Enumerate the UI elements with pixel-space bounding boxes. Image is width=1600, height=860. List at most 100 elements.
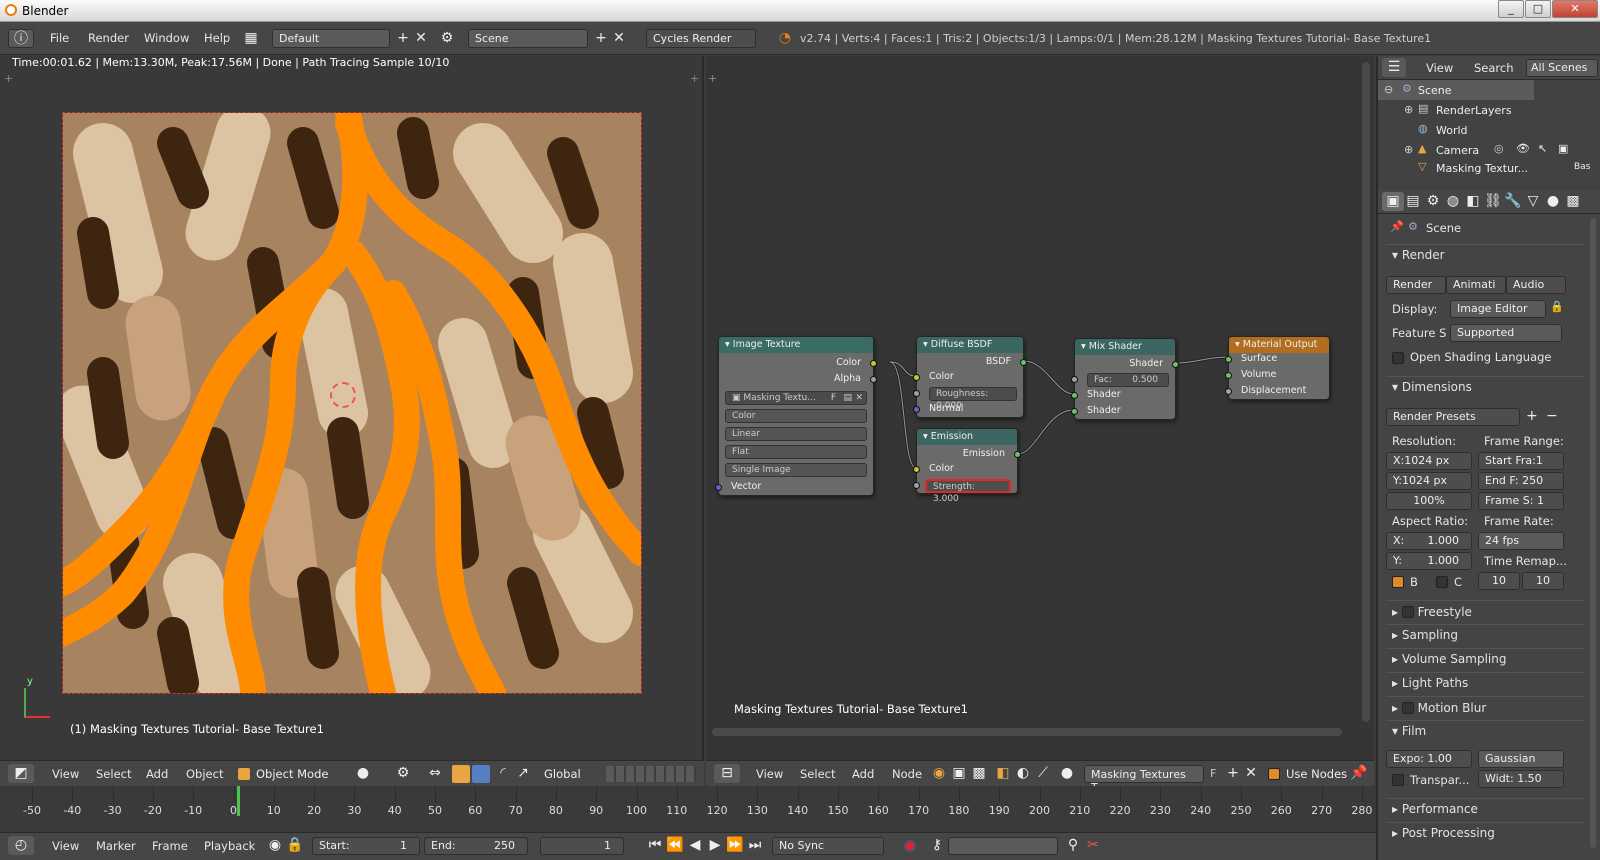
info-editor-type-icon[interactable]: ⓘ bbox=[8, 29, 34, 48]
shader-nodes-icon[interactable]: ◉ bbox=[928, 764, 950, 783]
remove-scene-icon[interactable]: ✕ bbox=[608, 29, 630, 48]
keying-set-icon[interactable]: ⚷ bbox=[926, 836, 948, 855]
delete-keyframe-icon[interactable]: ✂ bbox=[1082, 836, 1104, 855]
select-arrow-icon[interactable]: ↖ bbox=[1538, 142, 1547, 155]
renderlayers-tab-icon[interactable]: ▤ bbox=[1402, 192, 1424, 211]
properties-scrollbar[interactable] bbox=[1590, 218, 1596, 848]
in-shader2-socket[interactable] bbox=[1071, 408, 1078, 415]
orientation-select[interactable]: Global bbox=[544, 767, 581, 781]
menu-view[interactable]: View bbox=[756, 767, 783, 781]
animation-button[interactable]: Animati bbox=[1446, 276, 1506, 294]
manipulator-icon[interactable]: ⇔ bbox=[424, 764, 446, 783]
crop-checkbox[interactable] bbox=[1436, 576, 1448, 588]
start-frame-field[interactable]: Start Fra:1 bbox=[1478, 452, 1564, 470]
menu-marker[interactable]: Marker bbox=[96, 839, 136, 853]
visibility-eye-icon[interactable]: 👁 bbox=[1516, 142, 1530, 155]
in-surface-socket[interactable] bbox=[1225, 356, 1232, 363]
timeline-ruler[interactable]: -50 -40 -30 -20 -10 0 10 20 30 40 50 60 70 80 90 100 110… bbox=[0, 786, 1376, 832]
post-processing-panel-header[interactable]: ▸ Post Processing bbox=[1386, 822, 1584, 844]
collapse-icon[interactable]: ⊖ bbox=[1384, 83, 1393, 96]
scene-icon[interactable]: ⚙ bbox=[436, 29, 458, 48]
outliner-row-world[interactable]: ◍ World bbox=[1378, 120, 1600, 140]
menu-help[interactable]: Help bbox=[204, 31, 230, 45]
scene-field[interactable]: Scene bbox=[468, 29, 588, 48]
outliner-row-plane[interactable]: ▽ Masking Textur... Bas bbox=[1378, 160, 1600, 174]
out-bsdf-socket[interactable] bbox=[1020, 359, 1027, 366]
emission-node[interactable]: ▾ Emission Emission Color Strength: 3.00… bbox=[913, 428, 1021, 504]
freestyle-panel-header[interactable]: ▸ Freestyle bbox=[1386, 600, 1584, 622]
data-tab-icon[interactable]: ▽ bbox=[1522, 192, 1544, 211]
next-keyframe-icon[interactable]: ⏩ bbox=[724, 836, 746, 855]
editor-type-icon[interactable]: ◴ bbox=[8, 836, 34, 855]
resolution-x-field[interactable]: X:1024 px bbox=[1386, 452, 1472, 470]
object-tab-icon[interactable]: ◧ bbox=[1462, 192, 1484, 211]
mix-shader-node[interactable]: ▾ Mix Shader Shader Fac: 0.500 Shader Sha… bbox=[1071, 338, 1179, 420]
layout-field[interactable]: Default bbox=[272, 29, 390, 48]
roughness-field[interactable]: Roughness: 0.000 bbox=[929, 387, 1017, 411]
resolution-percent-field[interactable]: 100% bbox=[1386, 492, 1472, 510]
menu-select[interactable]: Select bbox=[800, 767, 835, 781]
corner-plus-icon[interactable]: + bbox=[690, 72, 699, 85]
in-strength-socket[interactable] bbox=[913, 482, 920, 489]
remove-layout-icon[interactable]: ✕ bbox=[410, 29, 432, 48]
layout-icon[interactable]: ▦ bbox=[240, 29, 262, 48]
render-button[interactable]: Render bbox=[1386, 276, 1446, 294]
current-frame-field[interactable]: 1 bbox=[540, 837, 624, 855]
material-tab-icon[interactable]: ● bbox=[1542, 192, 1564, 211]
diffuse-bsdf-node[interactable]: ▾ Diffuse BSDF BSDF Color Roughness: 0.0… bbox=[913, 336, 1027, 418]
sampling-panel-header[interactable]: ▸ Sampling bbox=[1386, 624, 1584, 646]
object-mode-select[interactable]: Object Mode bbox=[256, 767, 328, 781]
outliner-type-icon[interactable]: ☰ bbox=[1382, 58, 1406, 77]
3d-cursor-icon[interactable] bbox=[330, 382, 356, 408]
outliner[interactable]: ☰ View Search All Scenes ⊖ ⚙ Scene ⊕ ▤ R… bbox=[1376, 56, 1600, 190]
node-editor[interactable]: + ▾ Image Texture Color Alpha ▣ Masking … bbox=[706, 56, 1374, 760]
menu-view[interactable]: View bbox=[52, 767, 79, 781]
material-icon[interactable]: ● bbox=[1056, 764, 1078, 783]
color-space-select[interactable]: Color bbox=[725, 409, 867, 423]
render-toggle-icon[interactable]: ▣ bbox=[1558, 142, 1568, 155]
texture-tab-icon[interactable]: ▩ bbox=[1562, 192, 1584, 211]
render-panel-header[interactable]: ▾ Render bbox=[1386, 244, 1584, 266]
menu-add[interactable]: Add bbox=[852, 767, 874, 781]
exposure-field[interactable]: Expo: 1.00 bbox=[1386, 750, 1472, 768]
material-field[interactable]: Masking Textures T... bbox=[1084, 765, 1204, 794]
audio-button[interactable]: Audio bbox=[1506, 276, 1566, 294]
interpolation-select[interactable]: Linear bbox=[725, 427, 867, 441]
rotate-manipulator-icon[interactable] bbox=[472, 765, 490, 783]
frame-step-field[interactable]: Frame S: 1 bbox=[1478, 492, 1564, 510]
remap-new-field[interactable]: 10 bbox=[1522, 572, 1564, 590]
layers-grid[interactable] bbox=[606, 766, 696, 782]
unlink-image-icon[interactable]: ✕ bbox=[855, 392, 863, 404]
pin-icon[interactable]: 📌 bbox=[1348, 764, 1370, 783]
world-shader-icon[interactable]: ◐ bbox=[1012, 764, 1034, 783]
scale-manipulator-icon[interactable]: ◜ bbox=[492, 764, 514, 783]
maximize-button[interactable]: □ bbox=[1525, 0, 1551, 18]
3d-viewport[interactable]: Time:00:01.62 | Mem:13.30M, Peak:17.56M … bbox=[0, 56, 704, 760]
filter-width-field[interactable]: Widt: 1.50 bbox=[1478, 770, 1564, 788]
menu-render[interactable]: Render bbox=[88, 31, 129, 45]
camera-data-icon[interactable]: ◎ bbox=[1494, 142, 1504, 155]
editor-type-icon[interactable]: ⊟ bbox=[714, 764, 740, 783]
in-fac-socket[interactable] bbox=[1071, 376, 1078, 383]
outliner-search-menu[interactable]: Search bbox=[1474, 61, 1514, 75]
compositing-nodes-icon[interactable]: ▣ bbox=[948, 764, 970, 783]
fps-select[interactable]: 24 fps bbox=[1478, 532, 1564, 550]
use-nodes-checkbox[interactable] bbox=[1268, 768, 1280, 780]
osl-checkbox[interactable] bbox=[1392, 352, 1404, 364]
expand-icon[interactable]: ⊕ bbox=[1404, 143, 1413, 156]
properties-editor[interactable]: ▣ ▤ ⚙ ◍ ◧ ⛓ 🔧 ▽ ● ▩ 📌 ⚙ Scene ▾ Render R… bbox=[1376, 190, 1600, 860]
open-image-icon[interactable]: ▤ bbox=[843, 392, 852, 404]
sync-select[interactable]: No Sync bbox=[772, 837, 884, 855]
object-shader-icon[interactable]: ◧ bbox=[992, 764, 1014, 783]
menu-select[interactable]: Select bbox=[96, 767, 131, 781]
display-select[interactable]: Image Editor bbox=[1450, 300, 1546, 318]
in-displacement-socket[interactable] bbox=[1225, 388, 1232, 395]
preview-range-icon[interactable]: ◉ bbox=[264, 836, 286, 855]
render-presets-select[interactable]: Render Presets bbox=[1386, 408, 1520, 426]
aspect-x-field[interactable]: X: 1.000 bbox=[1386, 532, 1472, 550]
keying-set-field[interactable] bbox=[948, 837, 1058, 855]
translate-manipulator-icon[interactable] bbox=[452, 765, 470, 783]
texture-nodes-icon[interactable]: ▩ bbox=[968, 764, 990, 783]
expand-icon[interactable]: ⊕ bbox=[1404, 103, 1413, 116]
modifiers-tab-icon[interactable]: 🔧 bbox=[1502, 192, 1524, 211]
